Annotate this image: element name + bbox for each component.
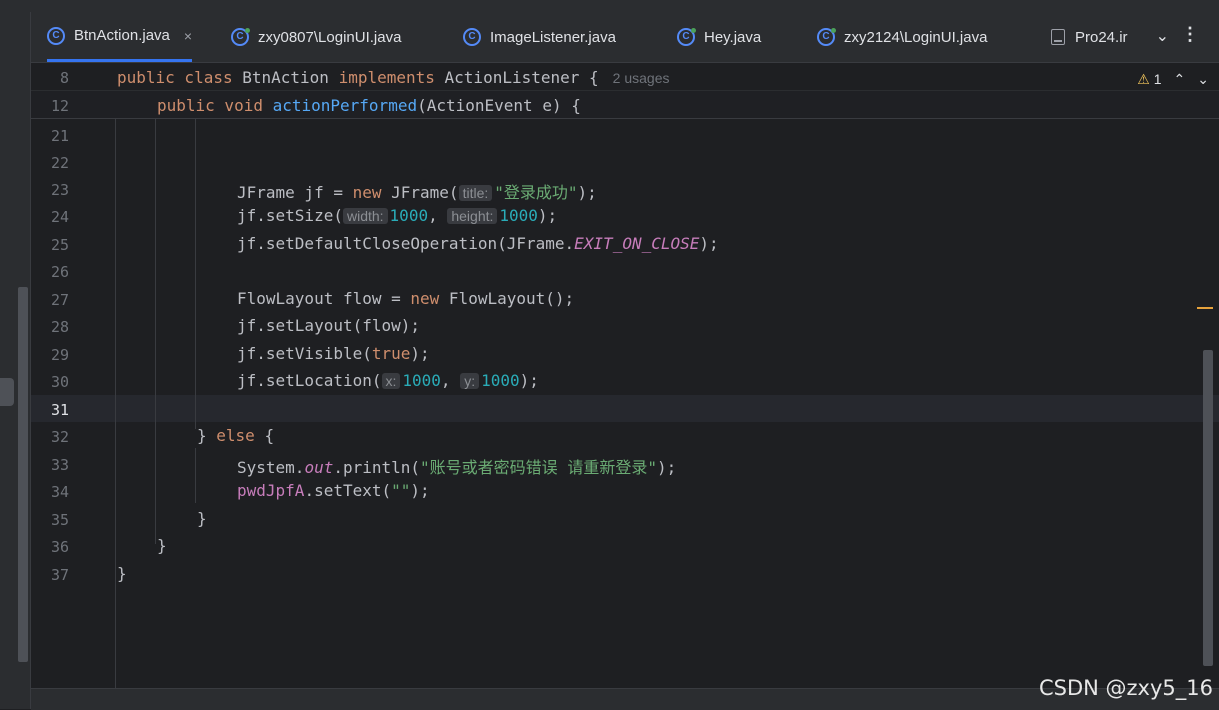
warning-stripe-marker[interactable] xyxy=(1197,307,1213,309)
code-line: JFrame jf = new JFrame(title: "登录成功"); xyxy=(237,183,597,202)
line-number: 22 xyxy=(50,154,69,172)
tab-label: ImageListener.java xyxy=(490,28,616,46)
editor-scrollbar[interactable] xyxy=(1203,350,1213,666)
line-number: 27 xyxy=(50,291,69,309)
code-line: FlowLayout flow = new FlowLayout(); xyxy=(237,289,575,308)
code-line: jf.setVisible(true); xyxy=(237,344,430,363)
line-number: 32 xyxy=(50,428,69,446)
line-number: 28 xyxy=(50,318,69,336)
line-number: 21 xyxy=(50,127,69,145)
code-line: } xyxy=(117,564,127,583)
tab-zxy0807-loginui[interactable]: C zxy0807\LoginUI.java xyxy=(231,12,401,62)
code-line: } xyxy=(197,509,207,528)
warning-icon: ⚠ xyxy=(1137,71,1150,87)
class-icon: C xyxy=(463,28,481,46)
class-run-icon: C xyxy=(231,28,250,46)
parameter-hint: x: xyxy=(381,373,401,389)
tab-label: Pro24.ir xyxy=(1075,28,1128,46)
parameter-hint: y: xyxy=(460,373,480,389)
class-icon: C xyxy=(47,26,65,45)
tab-zxy2124-loginui[interactable]: C zxy2124\LoginUI.java xyxy=(817,12,987,62)
indent-guide xyxy=(195,448,196,503)
code-line: System.out.println("账号或者密码错误 请重新登录"); xyxy=(237,458,677,477)
warning-count: 1 xyxy=(1153,71,1162,87)
code-line: } else { xyxy=(197,426,275,445)
watermark: CSDN @zxy5_16 xyxy=(1038,676,1213,700)
usages-hint[interactable]: 2 usages xyxy=(613,70,670,86)
sticky-line-method[interactable]: 12 public void actionPerformed(ActionEve… xyxy=(31,91,1219,119)
line-number: 36 xyxy=(50,538,69,556)
code-line: public class BtnAction implements Action… xyxy=(117,68,670,87)
tab-label: zxy0807\LoginUI.java xyxy=(258,28,402,46)
inspection-widget[interactable]: ⚠ 1 ⌃ ⌄ xyxy=(1137,71,1209,88)
line-number: 12 xyxy=(50,97,69,115)
code-line: jf.setDefaultCloseOperation(JFrame.EXIT_… xyxy=(237,234,719,253)
parameter-hint: height: xyxy=(447,208,498,224)
tab-pro24[interactable]: Pro24.ir xyxy=(1051,12,1151,62)
tab-hey[interactable]: C Hey.java xyxy=(677,12,761,62)
tab-imagelistener[interactable]: C ImageListener.java xyxy=(463,12,616,62)
file-icon xyxy=(1051,29,1065,45)
line-number: 26 xyxy=(50,263,69,281)
tab-label: BtnAction.java xyxy=(74,27,170,44)
code-editor[interactable]: 8 public class BtnAction implements Acti… xyxy=(31,63,1219,689)
line-number: 24 xyxy=(50,208,69,226)
line-number: 33 xyxy=(50,456,69,474)
line-number: 35 xyxy=(50,511,69,529)
code-line: public void actionPerformed(ActionEvent … xyxy=(157,96,581,115)
code-line: jf.setLayout(flow); xyxy=(237,316,421,335)
line-number: 29 xyxy=(50,346,69,364)
class-run-icon: C xyxy=(817,28,836,46)
close-icon[interactable]: × xyxy=(184,28,192,44)
chevron-down-icon[interactable]: ⌄ xyxy=(1197,71,1209,88)
code-line: } xyxy=(157,536,167,555)
code-line: jf.setLocation(x: 1000, y: 1000); xyxy=(237,371,539,390)
parameter-hint: title: xyxy=(458,185,493,201)
line-number: 25 xyxy=(50,236,69,254)
code-line: jf.setSize(width: 1000, height: 1000); xyxy=(237,206,558,225)
line-number: 30 xyxy=(50,373,69,391)
current-line-highlight xyxy=(31,395,1219,422)
sticky-line-class[interactable]: 8 public class BtnAction implements Acti… xyxy=(31,63,1219,91)
indent-guide xyxy=(115,119,116,689)
tab-label: zxy2124\LoginUI.java xyxy=(844,28,988,46)
indent-guide xyxy=(155,119,156,544)
editor-tab-bar: C BtnAction.java × C zxy0807\LoginUI.jav… xyxy=(31,12,1219,63)
chevron-up-icon[interactable]: ⌃ xyxy=(1174,71,1186,88)
tab-label: Hey.java xyxy=(704,28,762,46)
class-run-icon: C xyxy=(677,28,696,46)
line-number: 37 xyxy=(50,566,69,584)
current-line-number: 31 xyxy=(50,401,69,419)
code-line: pwdJpfA.setText(""); xyxy=(237,481,430,500)
parameter-hint: width: xyxy=(342,208,388,224)
indent-guide xyxy=(195,119,196,429)
tool-window-handle[interactable] xyxy=(0,378,14,406)
more-options-icon[interactable]: ⋮ xyxy=(1181,24,1199,45)
line-number: 34 xyxy=(50,483,69,501)
line-number: 8 xyxy=(59,69,69,87)
chevron-down-icon[interactable]: ⌄ xyxy=(1156,26,1169,46)
tab-btnaction[interactable]: C BtnAction.java × xyxy=(47,12,193,62)
left-scrollbar[interactable] xyxy=(18,287,28,662)
line-number: 23 xyxy=(50,181,69,199)
